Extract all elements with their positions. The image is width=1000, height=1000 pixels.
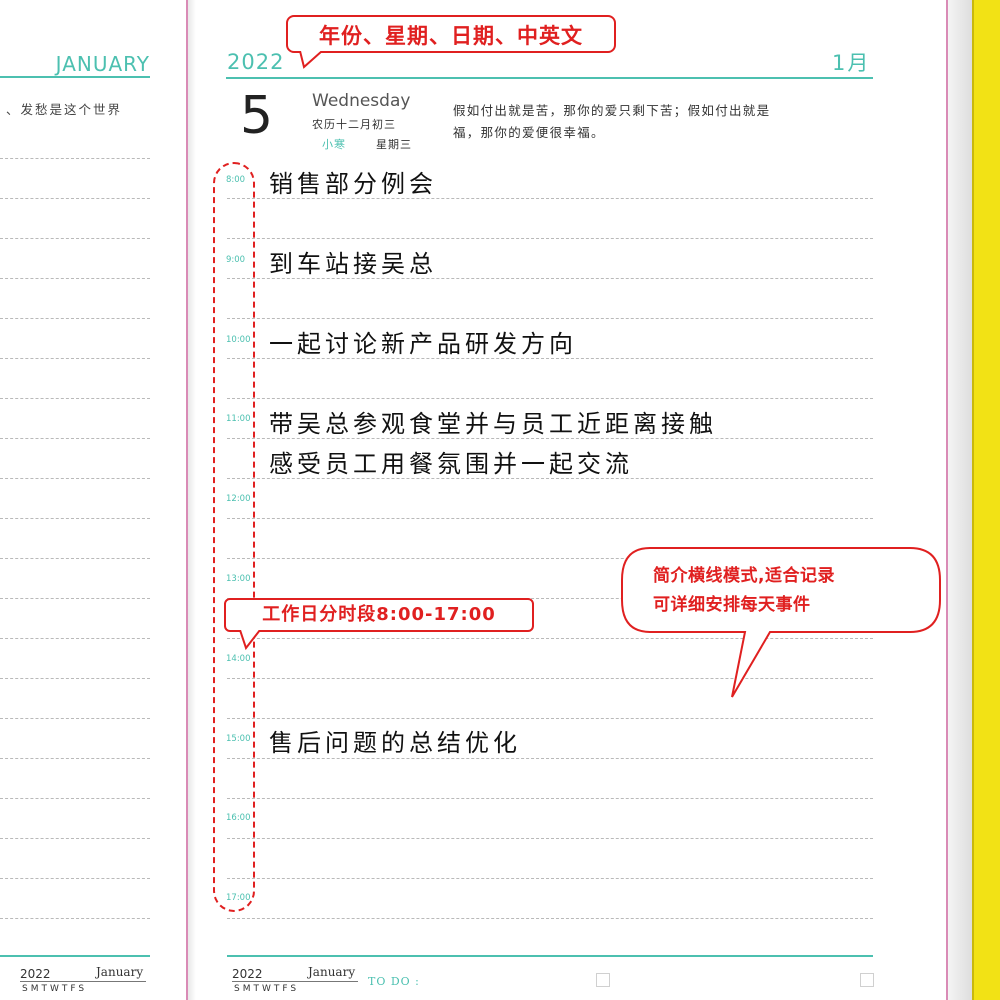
mini-calendar-month: January (308, 965, 356, 979)
ruled-line (227, 238, 873, 239)
entry-10: 一起讨论新产品研发方向 (269, 330, 577, 358)
todo-label: TO DO : (368, 975, 420, 988)
left-page-quote: 、发愁是这个世界 (6, 102, 123, 117)
left-ruled-line (0, 478, 150, 479)
left-ruled-line (0, 838, 150, 839)
left-ruled-line (0, 718, 150, 719)
daily-quote-line-1: 假如付出就是苦，那你的爱只剩下苦；假如付出就是 (453, 103, 771, 118)
ruled-line (227, 518, 873, 519)
left-ruled-line (0, 638, 150, 639)
entry-8: 销售部分例会 (269, 170, 437, 198)
yellow-cover-edge (974, 0, 1000, 1000)
ruled-line (227, 918, 873, 919)
description-callout-line-1: 简介横线模式,适合记录 (653, 566, 835, 586)
left-mini-calendar-days: SMTWTFS (22, 984, 88, 994)
description-callout-line-2: 可详细安排每天事件 (653, 595, 811, 615)
left-ruled-line (0, 798, 150, 799)
entry-9: 到车站接吴总 (269, 250, 437, 278)
footer-rule (227, 955, 873, 957)
left-mini-calendar-month: January (96, 965, 144, 979)
left-mini-calendar-year: 2022 (20, 967, 51, 981)
left-ruled-line (0, 438, 150, 439)
lunar-date: 农历十二月初三 (312, 118, 396, 131)
left-ruled-line (0, 318, 150, 319)
left-ruled-line (0, 398, 150, 399)
left-ruled-line (0, 518, 150, 519)
left-ruled-line (0, 358, 150, 359)
page-stack-edge (948, 0, 974, 1000)
time-range-callout: 工作日分时段8:00-17:00 (224, 598, 534, 632)
time-range-bracket (213, 162, 255, 912)
ruled-line (227, 718, 873, 719)
entry-15: 售后问题的总结优化 (269, 729, 521, 757)
left-ruled-line (0, 598, 150, 599)
weekday-chinese: 星期三 (376, 138, 412, 151)
ruled-line (227, 838, 873, 839)
left-ruled-line (0, 198, 150, 199)
entry-11-line-2: 感受员工用餐氛围并一起交流 (269, 450, 633, 478)
header-rule (226, 77, 873, 79)
left-page-header-rule (0, 76, 150, 78)
top-callout: 年份、星期、日期、中英文 (286, 15, 616, 53)
left-page-footer-rule (0, 955, 150, 957)
spine-shadow (188, 0, 196, 1000)
top-callout-tail (299, 51, 323, 69)
left-ruled-line (0, 678, 150, 679)
year-label: 2022 (227, 50, 285, 74)
mini-calendar-rule (232, 981, 358, 982)
left-page: JANUARY 、发愁是这个世界 2022 January SMTWTFS (0, 0, 186, 1000)
ruled-line (227, 398, 873, 399)
left-ruled-line (0, 758, 150, 759)
mini-calendar-year: 2022 (232, 967, 263, 981)
day-number: 5 (240, 86, 274, 146)
entry-11-line-1: 带吴总参观食堂并与员工近距离接触 (269, 410, 717, 438)
ruled-line (227, 878, 873, 879)
left-ruled-line (0, 238, 150, 239)
weekday-english: Wednesday (312, 91, 411, 111)
ruled-line (227, 798, 873, 799)
mini-calendar-weekdays: SMTWTFS (234, 984, 300, 994)
left-ruled-line (0, 158, 150, 159)
left-mini-calendar-rule (20, 981, 146, 982)
left-ruled-line (0, 918, 150, 919)
daily-quote-line-2: 福，那你的爱便很幸福。 (453, 125, 605, 140)
todo-checkbox[interactable] (596, 973, 610, 987)
ruled-line (227, 318, 873, 319)
solar-term: 小寒 (322, 138, 346, 151)
ruled-line (227, 758, 873, 759)
todo-checkbox[interactable] (860, 973, 874, 987)
time-range-callout-tail (239, 630, 261, 651)
left-ruled-line (0, 278, 150, 279)
left-page-month: JANUARY (55, 52, 150, 76)
left-ruled-line (0, 878, 150, 879)
month-label: 1月 (832, 51, 871, 75)
left-ruled-line (0, 558, 150, 559)
